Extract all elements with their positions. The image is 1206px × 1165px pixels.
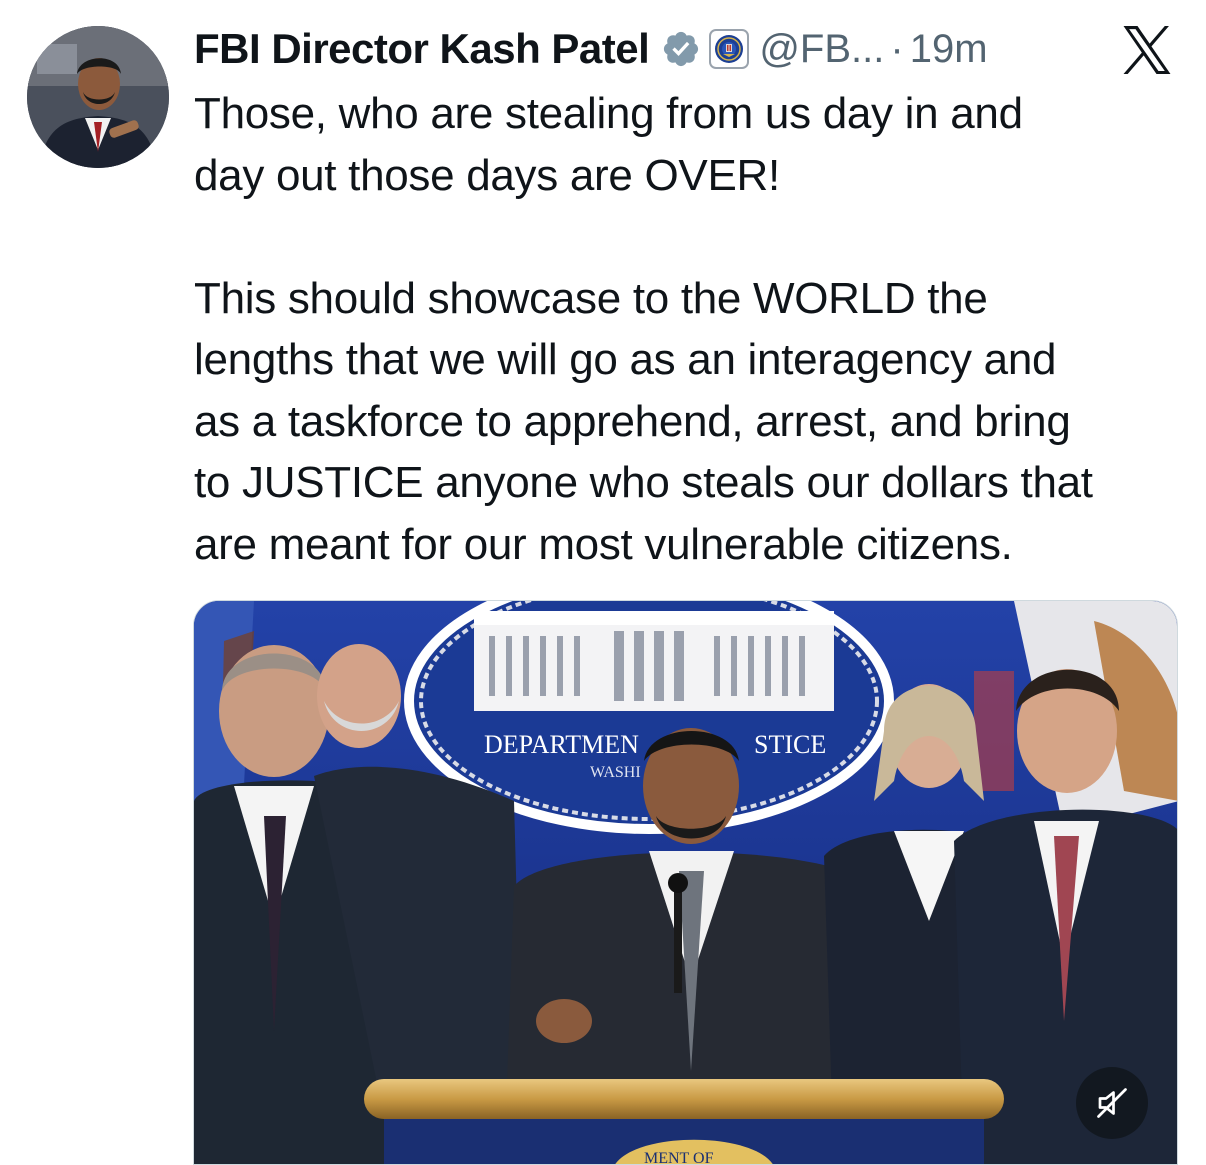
speaker-muted-icon — [1097, 1088, 1127, 1118]
header-separator: · — [890, 26, 904, 71]
banner-text-sub: WASHI — [590, 764, 641, 781]
tweet-timestamp[interactable]: 19m — [910, 27, 988, 72]
banner-text-right: STICE — [754, 730, 826, 759]
tweet-paragraph-1: Those, who are stealing from us day in a… — [194, 89, 1023, 200]
tweet-paragraph-2: This should showcase to the WORLD the le… — [194, 273, 1093, 569]
verified-badge-icon — [664, 31, 699, 67]
tweet-video[interactable]: DEPARTMEN STICE WASHI MENT OF — [193, 600, 1178, 1165]
fbi-seal-icon[interactable] — [709, 29, 750, 69]
author-handle[interactable]: @FB... — [759, 27, 884, 72]
tweet-header: FBI Director Kash Patel @FB... · 19m — [194, 22, 988, 76]
banner-text-left: DEPARTMEN — [484, 730, 639, 759]
author-avatar[interactable] — [27, 26, 169, 168]
podium-seal-text: MENT OF — [644, 1150, 714, 1165]
video-frame: DEPARTMEN STICE WASHI MENT OF — [194, 601, 1177, 1165]
fbi-seal-graphic — [715, 35, 744, 63]
avatar-image — [27, 26, 169, 168]
x-logo-icon[interactable] — [1120, 26, 1174, 74]
mute-button[interactable] — [1076, 1067, 1148, 1139]
author-name[interactable]: FBI Director Kash Patel — [194, 25, 650, 73]
tweet-text: Those, who are stealing from us day in a… — [194, 83, 1194, 575]
